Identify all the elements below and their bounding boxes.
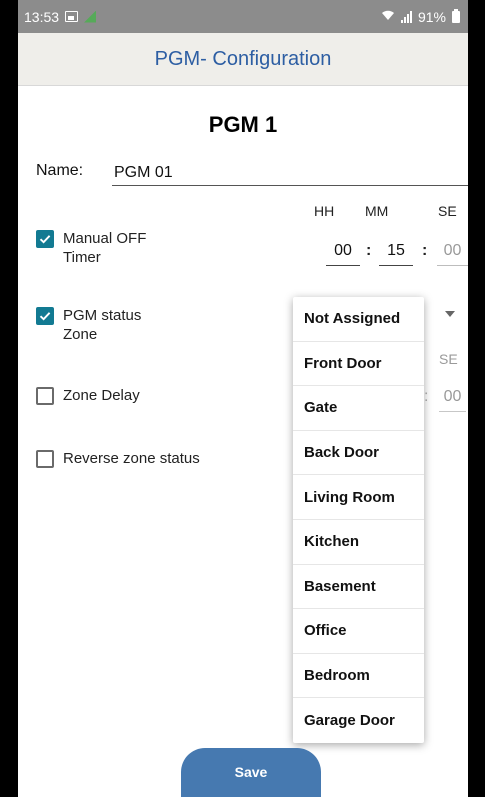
battery-icon xyxy=(452,8,460,23)
status-bar-left: 13:53 xyxy=(24,8,97,25)
dropdown-option-not-assigned[interactable]: Not Assigned xyxy=(293,297,424,342)
app-bar: PGM- Configuration xyxy=(18,33,468,86)
check-icon xyxy=(39,235,51,244)
hh-field[interactable]: 00 xyxy=(326,239,360,266)
pgm-status-label-line2: Zone xyxy=(63,326,98,343)
battery-percent: 91% xyxy=(417,8,446,25)
zone-delay-row[interactable]: Zone Delay xyxy=(36,386,140,405)
dropdown-option-living-room[interactable]: Living Room xyxy=(293,475,424,520)
zone-delay-se-header: SE xyxy=(439,351,458,367)
reverse-zone-label: Reverse zone status xyxy=(63,450,200,467)
pgm-status-label-line1: PGM status xyxy=(63,307,142,324)
manual-off-label: Manual OFF Timer xyxy=(63,229,146,267)
pgm-status-label: PGM status Zone xyxy=(63,306,141,344)
zone-delay-checkbox[interactable] xyxy=(36,387,54,405)
manual-off-timer-row[interactable]: Manual OFF Timer xyxy=(36,229,146,267)
se-field[interactable]: 00 xyxy=(437,239,468,266)
name-row: Name: xyxy=(36,160,468,188)
pgm-status-zone-row[interactable]: PGM status Zone xyxy=(36,306,141,344)
zone-delay-se-field[interactable]: 00 xyxy=(439,385,466,412)
reverse-zone-checkbox[interactable] xyxy=(36,450,54,468)
zone-delay-label: Zone Delay xyxy=(63,387,140,404)
timer-colon-2: : xyxy=(422,242,428,259)
dropdown-option-garage-door[interactable]: Garage Door xyxy=(293,698,424,743)
image-icon xyxy=(65,11,79,22)
dropdown-option-office[interactable]: Office xyxy=(293,609,424,654)
signal-icon xyxy=(400,10,412,23)
pgm-status-checkbox[interactable] xyxy=(36,307,54,325)
manual-off-checkbox[interactable] xyxy=(36,230,54,248)
dropdown-option-kitchen[interactable]: Kitchen xyxy=(293,520,424,565)
zone-delay-colon: : xyxy=(424,388,429,405)
dropdown-arrow-icon[interactable] xyxy=(445,311,455,317)
manual-off-label-line2: Timer xyxy=(63,249,101,266)
dropdown-option-front-door[interactable]: Front Door xyxy=(293,342,424,387)
status-time: 13:53 xyxy=(24,8,60,25)
reverse-zone-status-row[interactable]: Reverse zone status xyxy=(36,449,200,468)
se-header: SE xyxy=(438,203,457,219)
status-bar-right: 91% xyxy=(381,8,460,25)
check-icon xyxy=(39,312,51,321)
timer-headers: HH MM SE xyxy=(313,203,463,221)
save-button[interactable]: Save xyxy=(181,748,321,797)
mm-field[interactable]: 15 xyxy=(379,239,413,266)
wifi-icon xyxy=(381,9,395,24)
name-label: Name: xyxy=(36,162,84,179)
dropdown-option-bedroom[interactable]: Bedroom xyxy=(293,654,424,699)
timer-fields: 00 : 15 : 00 xyxy=(318,239,468,267)
network-icon xyxy=(84,10,97,23)
phone-screen: 13:53 91% PGM- Configuration PGM 1 Name:… xyxy=(18,0,468,797)
pgm-title: PGM 1 xyxy=(208,112,278,137)
timer-colon-1: : xyxy=(366,242,372,259)
mm-header: MM xyxy=(365,203,389,219)
app-title: PGM- Configuration xyxy=(154,47,332,70)
name-input[interactable] xyxy=(112,160,468,186)
dropdown-option-back-door[interactable]: Back Door xyxy=(293,431,424,476)
manual-off-label-line1: Manual OFF xyxy=(63,230,147,247)
status-bar: 13:53 91% xyxy=(18,0,468,33)
zone-dropdown-menu: Not Assigned Front Door Gate Back Door L… xyxy=(293,297,424,743)
hh-header: HH xyxy=(314,203,335,219)
dropdown-option-basement[interactable]: Basement xyxy=(293,565,424,610)
dropdown-option-gate[interactable]: Gate xyxy=(293,386,424,431)
